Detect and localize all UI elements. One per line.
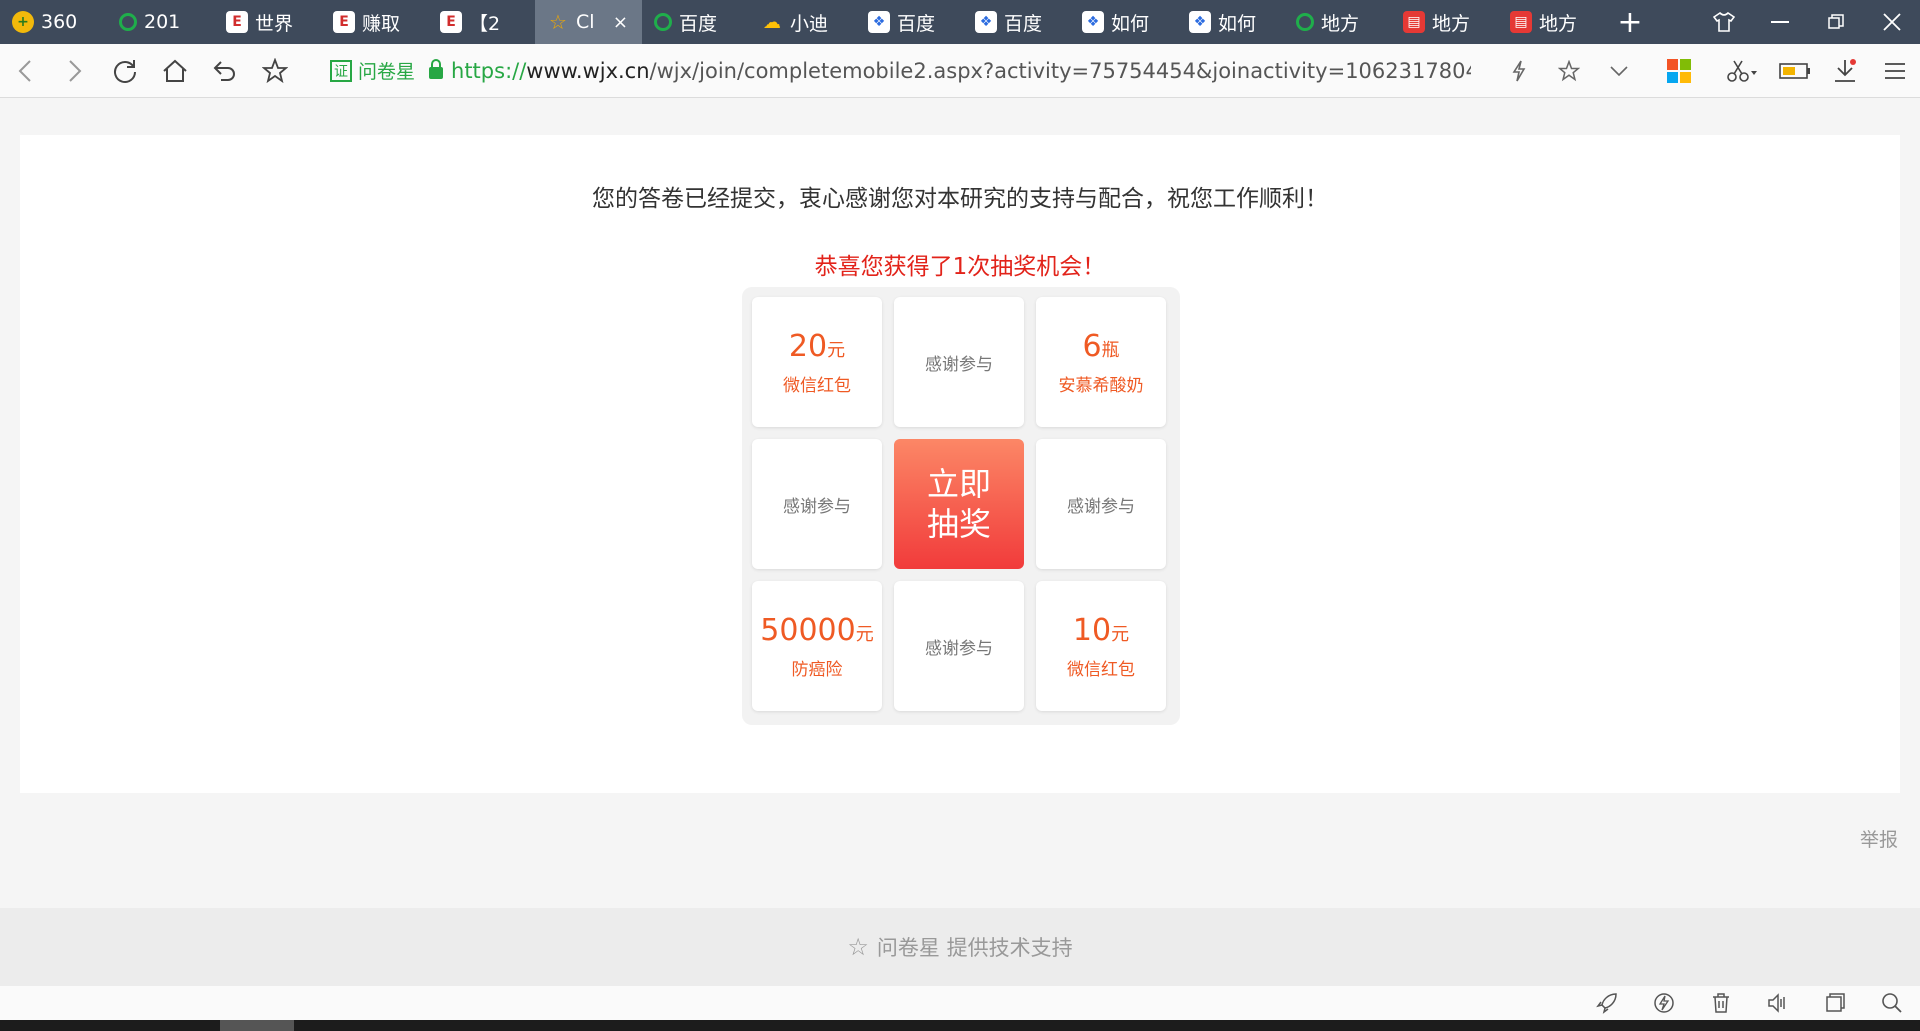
report-link[interactable]: 举报 [1860,825,1898,852]
baidu-paw-icon: ❖ [975,11,997,33]
tab-13[interactable]: ▤ 地方 [1391,0,1498,44]
tab-5-active[interactable]: ☆ Cl × [535,0,642,44]
e-news-icon: E [226,11,248,33]
red-doc-icon: ▤ [1403,11,1425,33]
lottery-grid: 20元 微信红包 感谢参与 6瓶 安慕希酸奶 感谢参与 立即 抽奖 感谢参与 5… [742,287,1180,725]
menu-icon[interactable] [1870,44,1920,97]
prize-amount: 10元 [1072,612,1130,648]
prize-amount: 50000元 [760,612,874,648]
e-news-icon: E [440,11,462,33]
close-tab-icon[interactable]: × [613,12,628,33]
sound-icon[interactable] [1749,992,1806,1014]
tab-6[interactable]: 百度 [642,0,749,44]
completion-card: 您的答卷已经提交，衷心感谢您对本研究的支持与配合，祝您工作顺利！ 恭喜您获得了1… [20,135,1900,793]
chevron-down-icon[interactable] [1594,44,1644,97]
download-icon[interactable] [1820,44,1870,97]
speed-accelerate-icon[interactable] [1635,992,1692,1014]
app-tiles-icon[interactable] [1644,44,1714,97]
prize-desc: 安慕希酸奶 [1058,375,1144,396]
tab-0[interactable]: +360 [0,0,107,44]
restore-icon[interactable] [1808,0,1864,44]
url-text[interactable]: https://www.wjx.cn/wjx/join/completemobi… [451,59,1471,83]
360-search-icon [1296,13,1314,31]
weather-icon: ☁ [763,11,781,33]
congrats-message: 恭喜您获得了1次抽奖机会！ [814,254,1106,280]
new-tab-plus-icon[interactable]: + [1605,0,1655,44]
baidu-paw-icon: ❖ [868,11,890,33]
tab-10[interactable]: ❖ 如何 [1070,0,1177,44]
prize-cell-thanks: 感谢参与 [894,297,1024,427]
draw-now-button[interactable]: 立即 抽奖 [894,439,1024,569]
site-name: 问卷星 [358,61,416,83]
certified-badge-icon: 证 [330,59,352,82]
skin-shirt-icon[interactable] [1696,0,1752,44]
thanks-participation: 感谢参与 [1067,496,1135,517]
prize-desc: 防癌险 [791,659,843,680]
url-bar[interactable]: 证 问卷星 https://www.wjx.cn/wjx/join/comple… [330,44,1494,97]
prize-desc: 微信红包 [1067,659,1135,680]
tab-strip-spacer [1655,0,1696,44]
tab-1[interactable]: 201 [107,0,214,44]
tab-11[interactable]: ❖ 如何 [1177,0,1284,44]
tab-8[interactable]: ❖ 百度 [856,0,963,44]
forward-arrow-icon[interactable] [50,44,100,97]
footer-text[interactable]: 问卷星 提供技术支持 [877,932,1073,962]
360-search-icon [654,13,672,31]
close-window-icon[interactable] [1864,0,1920,44]
rocket-icon[interactable] [1578,992,1635,1014]
star-icon: ☆ [549,10,567,34]
taskbar-active-item[interactable] [220,1020,294,1031]
thanks-message: 您的答卷已经提交，衷心感谢您对本研究的支持与配合，祝您工作顺利！ [592,186,1328,212]
prize-amount: 6瓶 [1082,328,1120,364]
toolbar-right [1494,44,1920,97]
tab-4[interactable]: E 【2 [428,0,535,44]
home-icon[interactable] [150,44,200,97]
baidu-paw-icon: ❖ [1189,11,1211,33]
prize-desc: 微信红包 [783,375,851,396]
minimize-icon[interactable] [1752,0,1808,44]
tab-strip: +360 201 E 世界 E 赚取 E 【2 ☆ Cl × 百度 ☁ 小迪 ❖ 百度 ❖ 百度… [0,0,1920,44]
thanks-participation: 感谢参与 [783,496,851,517]
prize-cell-insurance: 50000元 防癌险 [752,581,882,711]
refresh-icon[interactable] [100,44,150,97]
os-taskbar [0,1020,1920,1031]
search-icon[interactable] [1863,992,1920,1014]
tab-12[interactable]: 地方 [1284,0,1391,44]
scissors-icon[interactable] [1714,44,1770,97]
prize-cell-wechat-20: 20元 微信红包 [752,297,882,427]
tab-14[interactable]: ▤ 地方 [1498,0,1605,44]
star-outline-icon: ☆ [847,933,869,961]
lightning-icon[interactable] [1494,44,1544,97]
bookmark-star-icon[interactable] [1544,44,1594,97]
360-search-icon [119,13,137,31]
prize-amount: 20元 [788,328,846,364]
tab-3[interactable]: E 赚取 [321,0,428,44]
footer: ☆ 问卷星 提供技术支持 [0,908,1920,986]
prize-cell-wechat-10: 10元 微信红包 [1036,581,1166,711]
window-icon[interactable] [1806,993,1863,1013]
baidu-paw-icon: ❖ [1082,11,1104,33]
prize-cell-thanks: 感谢参与 [894,581,1024,711]
prize-cell-thanks: 感谢参与 [1036,439,1166,569]
battery-icon[interactable] [1770,44,1820,97]
address-toolbar: 证 问卷星 https://www.wjx.cn/wjx/join/comple… [0,44,1920,98]
thanks-participation: 感谢参与 [925,638,993,659]
back-arrow-icon[interactable] [0,44,50,97]
tab-9[interactable]: ❖ 百度 [963,0,1070,44]
favorite-star-icon[interactable] [250,44,300,97]
trash-icon[interactable] [1692,992,1749,1014]
tab-2[interactable]: E 世界 [214,0,321,44]
lock-icon [429,58,444,79]
tab-7[interactable]: ☁ 小迪 [749,0,856,44]
e-news-icon: E [333,11,355,33]
prize-cell-yogurt: 6瓶 安慕希酸奶 [1036,297,1166,427]
draw-button-label-1: 立即 [926,465,991,503]
red-doc-icon: ▤ [1510,11,1532,33]
360-plus-icon: + [12,11,34,33]
thanks-participation: 感谢参与 [925,354,993,375]
draw-button-label-2: 抽奖 [926,505,991,543]
browser-status-bar [0,986,1920,1020]
undo-icon[interactable] [200,44,250,97]
prize-cell-thanks: 感谢参与 [752,439,882,569]
